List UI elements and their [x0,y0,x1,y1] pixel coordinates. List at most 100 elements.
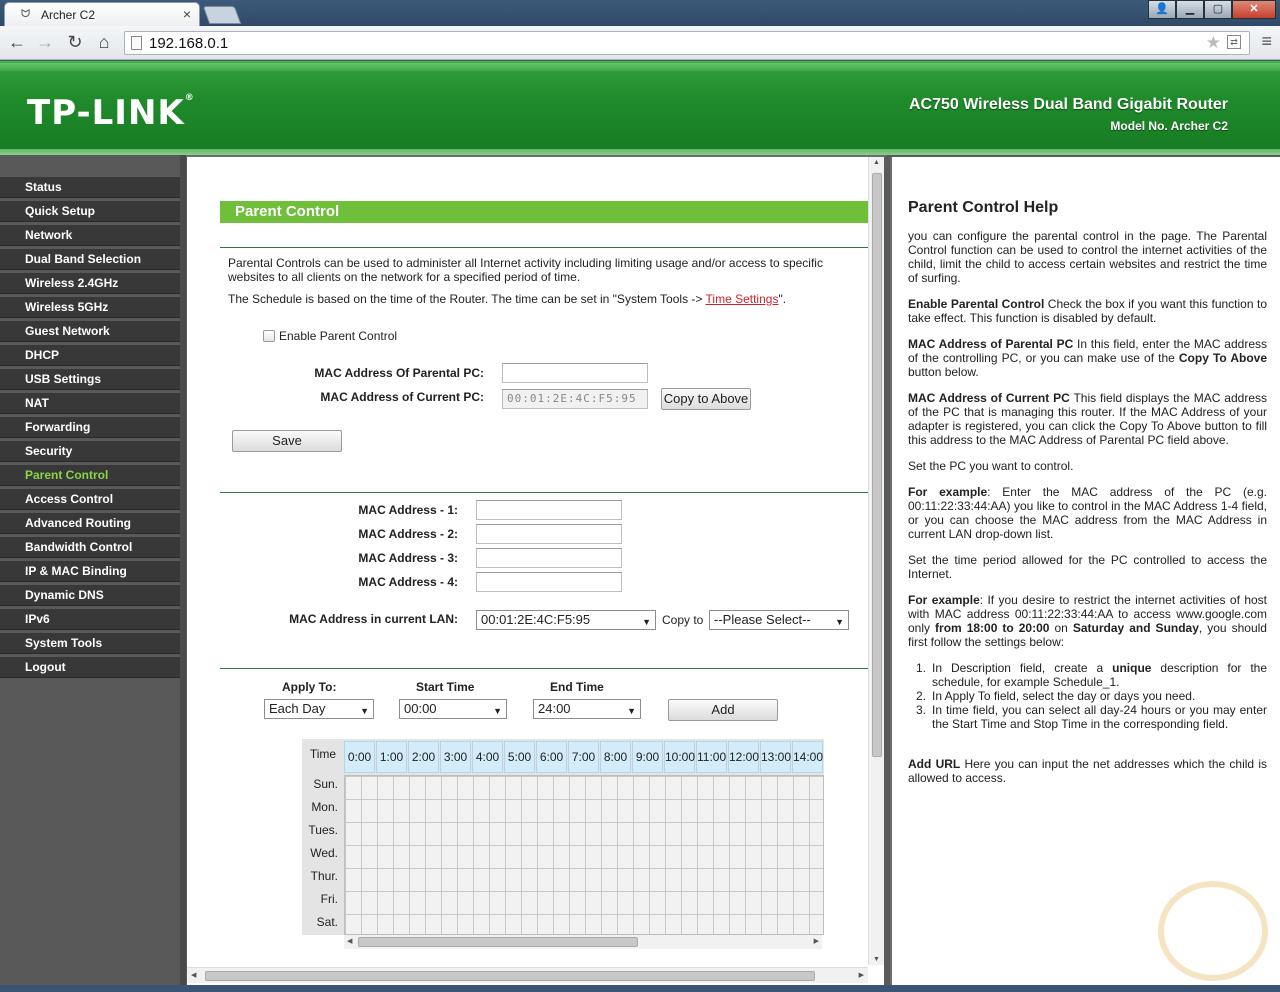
minimize-button[interactable]: ▁ [1176,0,1204,19]
sidebar-item-parent-control[interactable]: Parent Control [0,465,180,486]
sidebar-item-access-control[interactable]: Access Control [0,489,180,510]
sidebar-item-ip-mac-binding[interactable]: IP & MAC Binding [0,561,180,582]
dropdown-arrow-icon: ▼ [835,617,844,627]
new-tab-button[interactable] [202,6,242,24]
sidebar-item-nat[interactable]: NAT [0,393,180,414]
hour-header[interactable]: 6:00 [536,741,567,773]
scroll-left-icon[interactable]: ◀ [191,971,196,979]
sidebar-item-usb-settings[interactable]: USB Settings [0,369,180,390]
mac-address-3-label: MAC Address - 3: [358,551,458,565]
day-label[interactable]: Thur. [302,869,338,883]
time-settings-link[interactable]: Time Settings [706,292,779,306]
vertical-scroll-thumb[interactable] [872,173,882,757]
copy-to-above-button[interactable]: Copy to Above [661,388,751,410]
sidebar-item-dual-band-selection[interactable]: Dual Band Selection [0,249,180,270]
bookmark-star-icon[interactable]: ★ [1206,33,1221,53]
day-label[interactable]: Wed. [302,846,338,860]
mac-lan-select[interactable]: 00:01:2E:4C:F5:95 ▼ [476,610,656,630]
main-horizontal-scrollbar[interactable]: ◀ ▶ [187,967,868,983]
apply-to-select[interactable]: Each Day ▼ [264,699,374,719]
sidebar-item-wireless-2-4ghz[interactable]: Wireless 2.4GHz [0,273,180,294]
home-icon[interactable]: ⌂ [93,31,115,53]
sidebar-item-ipv6[interactable]: IPv6 [0,609,180,630]
add-button[interactable]: Add [668,699,778,721]
translate-icon[interactable]: ⇄ [1227,35,1241,49]
schedule-scrollbar[interactable]: ◀ ▶ [344,935,822,949]
maximize-button[interactable]: ▢ [1204,0,1232,19]
mac-address-3-input[interactable] [476,548,622,568]
reload-icon[interactable]: ↻ [64,31,86,53]
hour-header[interactable]: 4:00 [472,741,503,773]
hour-header[interactable]: 7:00 [568,741,599,773]
help-list-item: 1. In Description field, create a unique … [916,661,1267,689]
day-label[interactable]: Mon. [302,800,338,814]
schedule-scroll-thumb[interactable] [358,937,638,947]
sidebar-item-quick-setup[interactable]: Quick Setup [0,201,180,222]
tab-close-icon[interactable]: × [183,6,191,22]
help-paragraph: MAC Address of Current PC This field dis… [908,391,1267,447]
sidebar-item-forwarding[interactable]: Forwarding [0,417,180,438]
copy-to-label: Copy to [662,613,704,627]
hour-header[interactable]: 2:00 [408,741,439,773]
day-label[interactable]: Fri. [302,892,338,906]
sidebar-item-guest-network[interactable]: Guest Network [0,321,180,342]
back-icon[interactable]: ← [6,31,28,53]
hour-header[interactable]: 8:00 [600,741,631,773]
help-paragraph: Set the PC you want to control. [908,459,1074,473]
sidebar-item-system-tools[interactable]: System Tools [0,633,180,654]
main-vertical-scrollbar[interactable]: ▲ ▼ [868,157,884,965]
time-header: Time [302,739,344,773]
address-bar[interactable]: 192.168.0.1 ★ ⇄ [124,31,1250,55]
hour-header[interactable]: 3:00 [440,741,471,773]
copy-to-select[interactable]: --Please Select-- ▼ [709,610,849,630]
mac-address-2-input[interactable] [476,524,622,544]
sidebar-item-wireless-5ghz[interactable]: Wireless 5GHz [0,297,180,318]
day-label[interactable]: Sun. [302,777,338,791]
horizontal-scroll-thumb[interactable] [205,971,815,981]
hour-header[interactable]: 14:00 [792,741,823,773]
hour-header[interactable]: 13:00 [760,741,791,773]
day-label[interactable]: Tues. [302,823,338,837]
mac-parental-input[interactable] [502,363,648,383]
sidebar-item-dhcp[interactable]: DHCP [0,345,180,366]
save-button[interactable]: Save [232,430,342,452]
mac-address-1-input[interactable] [476,500,622,520]
end-time-select[interactable]: 24:00 ▼ [533,699,641,719]
mac-current-field: 00:01:2E:4C:F5:95 [502,389,648,409]
sidebar-item-security[interactable]: Security [0,441,180,462]
hour-header[interactable]: 10:00 [664,741,695,773]
close-window-button[interactable]: ✕ [1232,0,1276,19]
sidebar-item-logout[interactable]: Logout [0,657,180,678]
schedule-cells[interactable] [344,775,824,935]
hour-header[interactable]: 9:00 [632,741,663,773]
scroll-right-icon[interactable]: ▶ [859,971,864,979]
hour-header[interactable]: 11:00 [696,741,727,773]
sidebar-item-status[interactable]: Status [0,177,180,198]
url-text[interactable]: 192.168.0.1 [149,35,228,52]
mac-address-4-input[interactable] [476,572,622,592]
browser-menu-icon[interactable]: ≡ [1261,31,1272,52]
sidebar-item-network[interactable]: Network [0,225,180,246]
sidebar-item-bandwidth-control[interactable]: Bandwidth Control [0,537,180,558]
sidebar-item-dynamic-dns[interactable]: Dynamic DNS [0,585,180,606]
day-label[interactable]: Sat. [302,915,338,929]
hour-header[interactable]: 1:00 [376,741,407,773]
browser-tab[interactable]: ᗢ Archer C2 × [4,2,200,26]
forward-icon[interactable]: → [34,31,56,53]
profile-icon[interactable]: 👤 [1148,0,1176,19]
scroll-left-icon[interactable]: ◀ [347,937,352,945]
window-controls: 👤 ▁ ▢ ✕ [1148,0,1276,20]
scroll-up-icon[interactable]: ▲ [873,159,880,166]
divider [220,668,868,669]
hour-header[interactable]: 0:00 [344,741,375,773]
start-time-label: Start Time [416,680,475,694]
sidebar-item-advanced-routing[interactable]: Advanced Routing [0,513,180,534]
hour-header[interactable]: 12:00 [728,741,759,773]
page-title: Parent Control [220,201,868,223]
scroll-right-icon[interactable]: ▶ [814,937,819,945]
hour-header[interactable]: 5:00 [504,741,535,773]
dropdown-arrow-icon: ▼ [642,617,651,627]
enable-parent-control-checkbox[interactable] [263,330,275,342]
scroll-down-icon[interactable]: ▼ [873,956,880,963]
start-time-select[interactable]: 00:00 ▼ [399,699,507,719]
